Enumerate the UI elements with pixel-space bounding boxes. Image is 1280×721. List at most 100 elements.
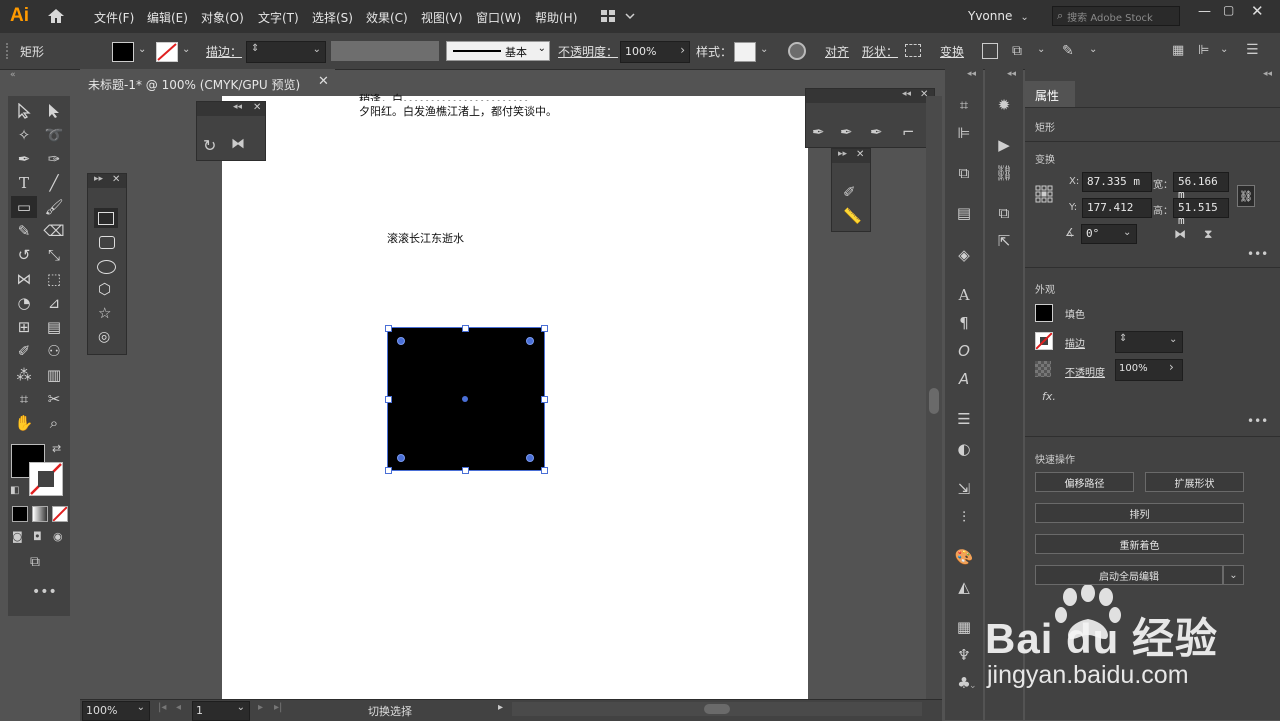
brightness-icon[interactable]: ✹ — [989, 93, 1019, 117]
shape-properties-icon[interactable] — [905, 44, 921, 57]
polygon-icon[interactable]: ⬡ — [98, 280, 111, 298]
corner-widget[interactable] — [526, 337, 534, 345]
measure-tool-icon[interactable]: 📏 — [843, 207, 862, 225]
stroke-style-dropdown[interactable]: 基本 ⌄ — [446, 41, 550, 61]
stroke-weight-field[interactable]: ⇕ ⌄ — [246, 41, 326, 63]
pen-tool-icon[interactable]: ✒ — [11, 148, 37, 170]
slice-tool-icon[interactable]: ✂ — [41, 388, 67, 410]
align-link[interactable]: 对齐 — [825, 43, 849, 60]
appearance-fill-swatch[interactable] — [1035, 304, 1053, 322]
links-icon[interactable]: ⛓ — [989, 161, 1019, 185]
close-icon[interactable]: ✕ — [112, 174, 120, 185]
asset-export-icon[interactable]: ⇱ — [989, 229, 1019, 253]
delete-anchor-icon[interactable]: ✒ — [870, 123, 883, 141]
corner-widget[interactable] — [397, 337, 405, 345]
variable-width-dropdown[interactable] — [331, 41, 439, 61]
global-edit-button[interactable]: 启动全局编辑 — [1035, 565, 1223, 585]
rectangle-tool-icon[interactable] — [94, 208, 118, 228]
menu-window[interactable]: 窗口(W) — [476, 9, 521, 26]
height-field[interactable]: 51.515 m — [1173, 198, 1229, 227]
home-icon[interactable] — [46, 7, 66, 25]
more-options-icon[interactable]: ••• — [1247, 414, 1268, 428]
more-tools-icon[interactable]: ••• — [32, 584, 57, 600]
offset-path-button[interactable]: 偏移路径 — [1035, 472, 1134, 492]
menu-select[interactable]: 选择(S) — [312, 9, 353, 26]
menu-edit[interactable]: 编辑(E) — [147, 9, 188, 26]
toolbar-collapse-icon[interactable]: « — [10, 70, 16, 80]
bbox-handle[interactable] — [385, 325, 392, 332]
next-page-icon[interactable]: ▸ — [258, 702, 263, 713]
artboard-tool-icon[interactable]: ⌗ — [11, 388, 37, 410]
ellipse-icon[interactable] — [97, 260, 116, 274]
corner-widget[interactable] — [526, 454, 534, 462]
fill-dropdown-icon[interactable]: ⌄ — [138, 44, 146, 55]
menu-type[interactable]: 文字(T) — [258, 9, 299, 26]
expand-icon[interactable]: ▸▸ — [94, 174, 103, 184]
bbox-handle[interactable] — [462, 467, 469, 474]
prev-page-icon[interactable]: ◂ — [176, 702, 181, 713]
fx-button[interactable]: fx. — [1042, 390, 1056, 403]
dock-collapse-icon[interactable]: ◂◂ — [1007, 69, 1016, 79]
isolate-icon[interactable]: ⧉ — [1012, 43, 1022, 59]
transform-icon[interactable] — [982, 43, 998, 59]
panel-menu-icon[interactable]: ☰ — [1246, 42, 1259, 58]
lasso-icon[interactable]: ➰ — [41, 124, 67, 146]
arrange-icon[interactable]: ⊫ — [1198, 43, 1209, 58]
selection-tool-icon[interactable] — [11, 100, 37, 122]
recolor-button[interactable]: 重新着色 — [1035, 534, 1244, 554]
draw-behind-icon[interactable]: ◘ — [33, 530, 42, 543]
more-options-icon[interactable]: ••• — [1247, 247, 1268, 261]
flip-horizontal-icon[interactable]: ⧓ — [1174, 227, 1186, 241]
zoom-dropdown[interactable]: 100% ⌄ — [82, 701, 150, 721]
bbox-handle[interactable] — [541, 467, 548, 474]
shape-builder-icon[interactable]: ◔ — [11, 292, 37, 314]
gradient-icon[interactable]: ▤ — [949, 201, 979, 225]
page-dropdown[interactable]: 1 ⌄ — [192, 701, 250, 721]
y-field[interactable]: 177.412 — [1082, 198, 1152, 218]
menu-view[interactable]: 视图(V) — [421, 9, 463, 26]
chevron-down-icon[interactable]: ⌄ — [1123, 227, 1131, 238]
rotate-tool-icon[interactable]: ↺ — [11, 244, 37, 266]
transform-link[interactable]: 变换 — [940, 43, 964, 60]
minimize-button[interactable]: — — [1198, 4, 1211, 19]
none-mode-icon[interactable] — [52, 506, 68, 522]
opentype-icon[interactable]: O — [949, 339, 979, 363]
scroll-thumb[interactable] — [704, 704, 730, 714]
gradient-tool-icon[interactable]: ▤ — [41, 316, 67, 338]
status-mode-text[interactable]: 切换选择 — [368, 703, 412, 719]
fill-swatch[interactable] — [112, 42, 134, 62]
global-edit-dropdown[interactable]: ⌄ — [1223, 565, 1244, 585]
reflect-icon[interactable]: ⧓ — [231, 136, 245, 152]
menu-effect[interactable]: 效果(C) — [366, 9, 408, 26]
vertical-scrollbar[interactable] — [926, 96, 942, 700]
chevron-right-icon[interactable]: › — [1169, 360, 1174, 374]
scale-tool-icon[interactable]: ⤡ — [41, 244, 67, 266]
curvature-tool-icon[interactable]: ✑ — [41, 148, 67, 170]
draw-normal-icon[interactable]: ◙ — [12, 530, 23, 543]
dock-scroll-icon[interactable]: ⌄ — [969, 681, 977, 691]
bbox-handle[interactable] — [385, 467, 392, 474]
collapse-icon[interactable]: ◂◂ — [902, 89, 911, 99]
hand-tool-icon[interactable]: ✋ — [11, 412, 37, 434]
shape-link[interactable]: 形状： — [862, 43, 898, 60]
corner-widget[interactable] — [397, 454, 405, 462]
swap-colors-icon[interactable]: ⇄ — [52, 442, 61, 455]
eyedropper-icon[interactable]: ✐ — [843, 183, 856, 201]
document-tab[interactable]: 未标题-1* @ 100% (CMYK/GPU 预览) ✕ — [80, 69, 335, 96]
properties-sliders-icon[interactable]: ⫶ — [949, 505, 979, 529]
eraser-icon[interactable]: ⌫ — [41, 220, 67, 242]
stroke-panel-icon[interactable]: ☰ — [949, 407, 979, 431]
width-tool-icon[interactable]: ⋈ — [11, 268, 37, 290]
canvas-text-top-2[interactable]: 夕阳红。白发渔樵江渚上，都付笑谈中。 — [359, 103, 557, 119]
close-window-button[interactable]: ✕ — [1251, 2, 1264, 20]
bbox-handle[interactable] — [385, 396, 392, 403]
collapse-icon[interactable]: ◂◂ — [233, 102, 242, 112]
shaper-tool-icon[interactable]: ✎ — [11, 220, 37, 242]
chevron-right-icon[interactable]: › — [680, 43, 685, 57]
magic-wand-icon[interactable]: ✧ — [11, 124, 37, 146]
x-field[interactable]: 87.335 m — [1082, 172, 1152, 192]
eyedropper-icon[interactable]: ✐ — [11, 340, 37, 362]
type-tool-icon[interactable]: T — [11, 172, 37, 194]
line-segment-icon[interactable]: ╱ — [41, 172, 67, 194]
width-field[interactable]: 56.166 m — [1173, 172, 1229, 201]
